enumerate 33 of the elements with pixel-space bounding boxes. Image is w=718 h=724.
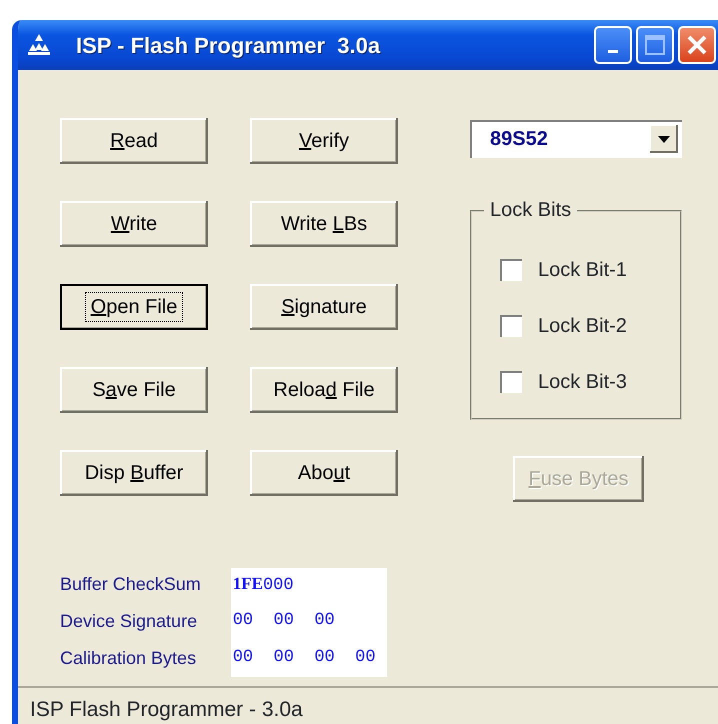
status-text: ISP Flash Programmer - 3.0a [30,698,303,721]
checkbox[interactable] [500,371,522,393]
info-value: 1FE000 [232,576,294,595]
write-lbs-button[interactable]: Write LBs [250,201,398,247]
dropdown-arrow-icon [658,136,670,142]
write-button[interactable]: Write [60,201,208,247]
open-file-button[interactable]: Open File [60,284,208,330]
read-button[interactable]: Read [60,118,208,164]
verify-button[interactable]: Verify [250,118,398,164]
app-logo-icon [26,33,52,57]
checkbox-label: Lock Bit-3 [538,370,627,395]
about-button[interactable]: About [250,450,398,496]
save-file-button[interactable]: Save File [60,367,208,413]
minimize-button[interactable] [594,26,632,64]
signature-button[interactable]: Signature [250,284,398,330]
info-label: Buffer CheckSum [60,573,201,596]
minimize-icon [608,50,618,52]
window-title: ISP - Flash Programmer 3.0a [76,32,380,60]
checkbox-label: Lock Bit-1 [538,258,627,283]
maximize-button[interactable] [636,26,674,64]
close-button[interactable] [678,26,716,64]
info-label: Device Signature [60,610,198,633]
reload-file-button[interactable]: Reload File [250,367,398,413]
device-dropdown[interactable]: 89S52 [470,120,682,158]
close-icon [685,33,709,57]
disp-buffer-button[interactable]: Disp Buffer [60,450,208,496]
info-value: 00 00 00 00 [232,648,376,667]
checkbox[interactable] [500,259,522,281]
checkbox-label: Lock Bit-2 [538,314,627,339]
checkbox[interactable] [500,315,522,337]
info-label: Calibration Bytes [60,647,198,670]
info-value: 00 00 00 [232,611,335,630]
maximize-icon [644,34,666,56]
